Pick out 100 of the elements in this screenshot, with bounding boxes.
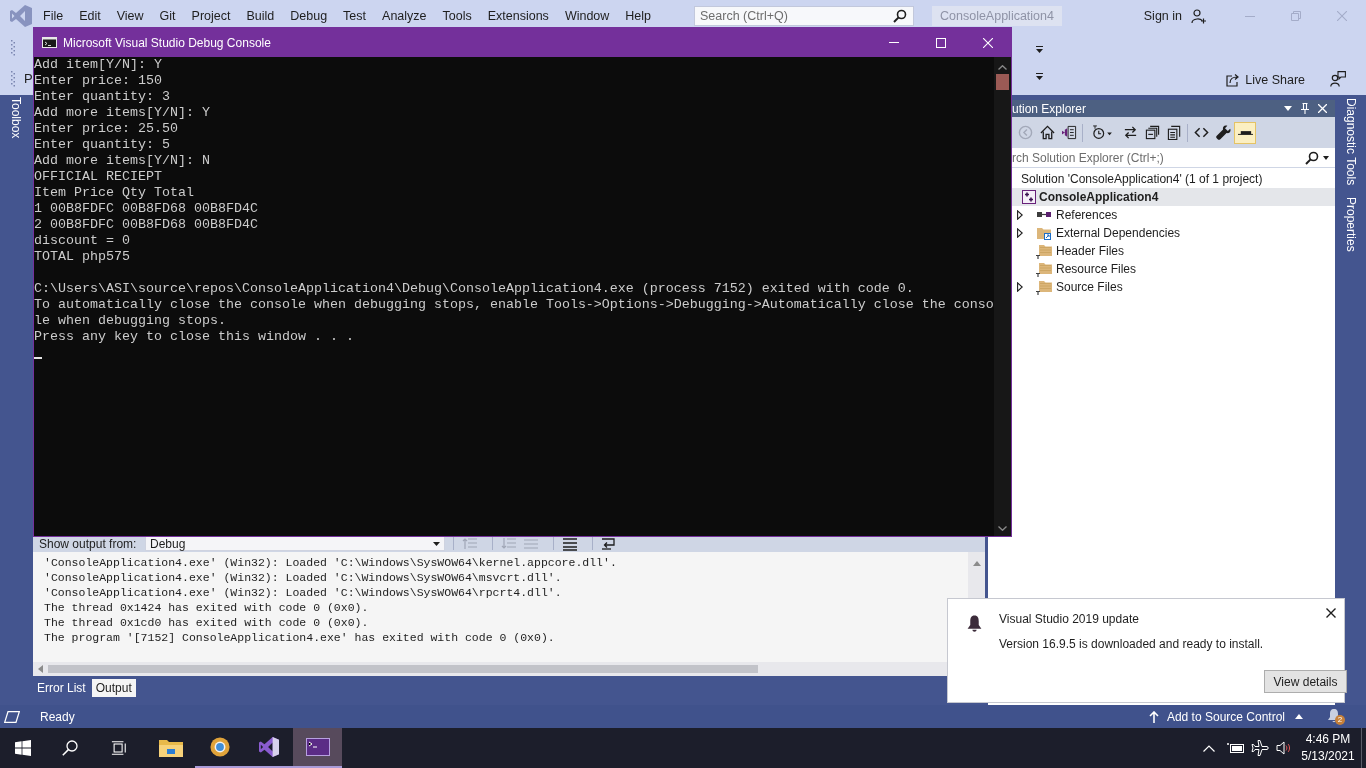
search-field[interactable]: Search (Ctrl+Q) — [694, 6, 914, 26]
wrap-icon[interactable] — [601, 536, 617, 551]
folder-icon — [1036, 225, 1052, 241]
scroll-down-icon[interactable] — [998, 526, 1007, 531]
output-line: 'ConsoleApplication4.exe' (Win32): Loaded 'C:\Windows\SysWOW64\kernel.appcore.dll'. — [44, 555, 617, 570]
panel-tab[interactable]: Output — [91, 679, 136, 697]
tree-item[interactable]: Header Files — [1012, 242, 1335, 260]
console-line: discount = 0 — [34, 233, 130, 249]
folder-icon — [1036, 261, 1052, 277]
scroll-left-icon[interactable] — [38, 665, 43, 673]
scroll-up-icon[interactable] — [998, 65, 1007, 70]
clock-time[interactable]: 4:46 PM — [1305, 731, 1351, 748]
dropdown-caret-icon[interactable] — [1284, 106, 1292, 111]
parallelogram-icon — [4, 710, 20, 723]
toolbox-tab[interactable]: Toolbox — [9, 97, 23, 139]
toolbar-button[interactable] — [1234, 121, 1256, 144]
folder-icon — [1036, 279, 1052, 295]
app-logo-icon — [256, 737, 281, 757]
clock-date[interactable]: 5/13/2021 — [1301, 748, 1355, 765]
search-field[interactable]: rch Solution Explorer (Ctrl+;) — [1012, 148, 1335, 168]
feedback-icon[interactable] — [1330, 71, 1346, 87]
battery-icon[interactable] — [1227, 742, 1245, 754]
airplane-icon[interactable] — [1251, 740, 1269, 756]
tree-item[interactable]: ConsoleApplication4 — [1012, 188, 1335, 206]
scroll-up-icon[interactable] — [972, 561, 981, 566]
side-tab[interactable]: Properties — [1343, 197, 1358, 252]
console-icon — [42, 37, 57, 48]
folder-icon — [1036, 243, 1052, 259]
terminal-icon — [305, 737, 330, 757]
task-view-icon[interactable] — [111, 740, 127, 756]
panel-tab[interactable]: Error List — [33, 679, 90, 697]
maximize-icon[interactable] — [935, 37, 946, 48]
console-line: Add more items[Y/N]: N — [34, 153, 210, 169]
caret-icon — [433, 541, 440, 546]
wrench-icon — [1215, 125, 1231, 140]
output-line: The thread 0x1424 has exited with code 0 (0x0). — [44, 600, 369, 615]
menu-item[interactable]: Project — [183, 7, 239, 25]
search-icon[interactable] — [62, 740, 78, 756]
speaker-icon[interactable] — [1276, 741, 1292, 755]
clock-icon — [1091, 125, 1113, 140]
menu-item[interactable]: Help — [617, 7, 660, 25]
console-line: Enter quantity: 5 — [34, 137, 170, 153]
menu-item[interactable]: Git — [151, 7, 184, 25]
tree-item[interactable]: Resource Files — [1012, 260, 1335, 278]
tree-item[interactable]: References — [1012, 206, 1335, 224]
search-input[interactable]: rch Solution Explorer (Ctrl+;) — [1012, 150, 1301, 165]
console-line: Enter quantity: 3 — [34, 89, 170, 105]
minimize-icon[interactable] — [888, 42, 899, 43]
menu-item[interactable]: Test — [335, 7, 375, 25]
scroll-thumb[interactable] — [996, 74, 1009, 90]
tree-item[interactable]: Solution 'ConsoleApplication4' (1 of 1 project) — [1012, 170, 1335, 188]
caret-icon — [1295, 714, 1303, 719]
search-icon[interactable] — [1305, 150, 1319, 165]
toolbar-label: P — [24, 71, 33, 86]
pin-icon[interactable] — [1301, 103, 1309, 114]
windows-logo-icon[interactable] — [14, 740, 31, 756]
document-icon — [1061, 125, 1077, 140]
menu-item[interactable]: File — [35, 7, 72, 25]
folder-icon — [158, 738, 183, 758]
menu-item[interactable]: Build — [238, 7, 283, 25]
menu-item[interactable]: Extensions — [479, 7, 557, 25]
add-person-icon[interactable] — [1191, 8, 1206, 24]
show-output-label: Show output from: — [39, 536, 138, 551]
app-logo-icon — [10, 5, 32, 27]
chevron-up-icon[interactable] — [1203, 744, 1215, 752]
output-line: The thread 0x1cd0 has exited with code 0 (0x0). — [44, 615, 369, 630]
menu-item[interactable]: Edit — [71, 7, 109, 25]
menu-item[interactable]: View — [108, 7, 152, 25]
console-line: Enter price: 25.50 — [34, 121, 178, 137]
sign-in-link[interactable]: Sign in — [1143, 9, 1182, 23]
side-tab[interactable]: Diagnostic Tools — [1343, 98, 1358, 186]
console-line: To automatically close the console when debugging stops, enable Tools->Options->Debugging->Automatically close the conso — [34, 297, 994, 313]
grip-icon[interactable] — [11, 70, 15, 87]
search-icon[interactable] — [893, 9, 907, 23]
clear-lines-icon[interactable] — [562, 536, 578, 551]
menu-item[interactable]: Tools — [434, 7, 480, 25]
bell-icon — [967, 615, 982, 633]
source-control-button[interactable]: Add to Source Control — [1148, 709, 1303, 724]
view-details-button[interactable]: View details — [1264, 670, 1347, 693]
grip-icon[interactable] — [11, 39, 15, 56]
caret-icon[interactable] — [1323, 155, 1329, 160]
menu-item[interactable]: Debug — [282, 7, 336, 25]
solution-title: ConsoleApplication4 — [932, 6, 1062, 26]
live-share-button[interactable]: Live Share — [1223, 70, 1308, 90]
scrollbar[interactable] — [994, 57, 1011, 536]
overflow-caret-icon[interactable] — [1035, 73, 1044, 81]
tree-item[interactable]: Source Files — [1012, 278, 1335, 296]
menu-item[interactable]: Analyze — [374, 7, 435, 25]
expand-arrow-icon[interactable] — [1017, 282, 1023, 292]
scroll-thumb[interactable] — [48, 665, 758, 673]
console-line: Item Price Qty Total — [34, 185, 194, 201]
share-icon — [1226, 73, 1241, 87]
search-input[interactable]: Search (Ctrl+Q) — [700, 9, 893, 23]
tree-item[interactable]: External Dependencies — [1012, 224, 1335, 242]
home-icon — [1039, 125, 1055, 140]
window-title: Microsoft Visual Studio Debug Console — [63, 35, 271, 50]
close-icon[interactable] — [1326, 608, 1336, 618]
overflow-caret-icon[interactable] — [1035, 46, 1044, 54]
menu-item[interactable]: Window — [556, 7, 618, 25]
status-text: Ready — [40, 709, 75, 724]
